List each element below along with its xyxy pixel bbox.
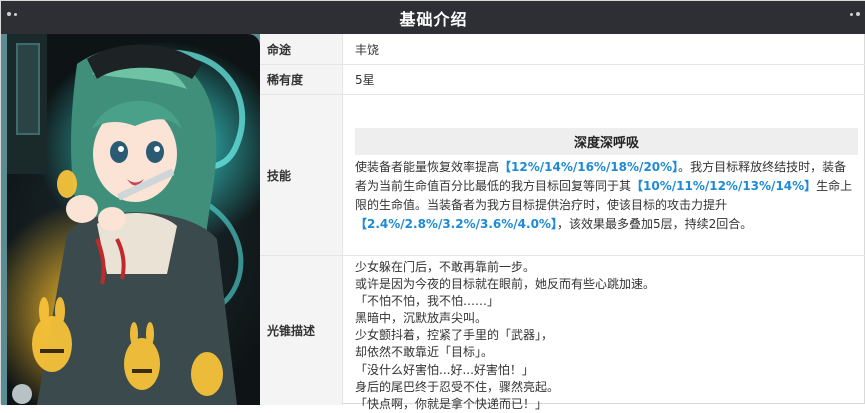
description-label: 光锥描述 <box>260 256 343 405</box>
panel-header: 基础介绍 <box>1 1 865 34</box>
description-line: 少女躲在门后，不敢再靠前一步。 <box>355 260 536 274</box>
skill-highlight-heal: 【10%/11%/12%/13%/14%】 <box>631 179 817 193</box>
description-lines: 少女躲在门后，不敢再靠前一步。 或许是因为今夜的目标就在眼前，她反而有些心跳加速… <box>355 259 855 413</box>
skill-highlight-atk: 【2.4%/2.8%/3.2%/3.6%/4.0%】 <box>355 217 557 231</box>
panel-title: 基础介绍 <box>399 9 468 29</box>
fate-label: 命途 <box>260 34 343 64</box>
info-table: 命途 丰饶 稀有度 5星 技能 深度深呼吸 使装备者能量恢复效率提高【12%/1… <box>260 34 865 411</box>
row-fate: 命途 丰饶 <box>260 34 865 65</box>
rarity-value: 5星 <box>355 73 375 87</box>
light-cone-image <box>1 34 260 405</box>
intro-panel: 基础介绍 命途 丰饶 稀有度 5星 技能 深度深呼吸 使装备者能量恢复效率提高【… <box>0 0 865 411</box>
description-line: 身后的尾巴终于忍受不住，骤然亮起。 <box>355 379 560 394</box>
description-line: 「快点啊，你就是拿个快递而已！」 <box>355 396 548 411</box>
row-skill: 技能 深度深呼吸 使装备者能量恢复效率提高【12%/14%/16%/18%/20… <box>260 95 865 256</box>
skill-value: 深度深呼吸 使装备者能量恢复效率提高【12%/14%/16%/18%/20%】。… <box>343 95 865 255</box>
row-description: 光锥描述 少女躲在门后，不敢再靠前一步。 或许是因为今夜的目标就在眼前，她反而有… <box>260 256 865 411</box>
light-cone-art <box>7 34 260 405</box>
skill-highlight-energy: 【12%/14%/16%/18%/20%】 <box>499 160 679 174</box>
skill-label: 技能 <box>260 95 343 255</box>
description-line: 黑暗中，沉默放声尖叫。 <box>355 311 488 326</box>
skill-text-part: ，该效果最多叠加5层，持续2回合。 <box>556 217 753 231</box>
character-illustration <box>7 34 246 405</box>
description-line: 「没什么好害怕...好...好害怕！」 <box>355 362 534 377</box>
rarity-label: 稀有度 <box>260 65 343 94</box>
header-dots-left-icon <box>7 12 17 16</box>
description-line: 却依然不敢靠近「目标」。 <box>355 345 494 360</box>
skill-description: 使装备者能量恢复效率提高【12%/14%/16%/18%/20%】。我方目标释放… <box>355 158 855 234</box>
description-line: 「不怕不怕，我不怕……」 <box>355 294 500 309</box>
description-line: 少女颤抖着，控紧了手里的「武器」， <box>355 328 554 343</box>
header-dots-right-icon <box>850 12 860 16</box>
fate-value: 丰饶 <box>355 42 380 57</box>
skill-name: 深度深呼吸 <box>355 128 858 155</box>
description-line: 或许是因为今夜的目标就在眼前，她反而有些心跳加速。 <box>355 277 656 292</box>
description-value: 少女躲在门后，不敢再靠前一步。 或许是因为今夜的目标就在眼前，她反而有些心跳加速… <box>343 256 865 411</box>
row-rarity: 稀有度 5星 <box>260 65 865 95</box>
skill-text-part: 使装备者能量恢复效率提高 <box>355 160 500 174</box>
